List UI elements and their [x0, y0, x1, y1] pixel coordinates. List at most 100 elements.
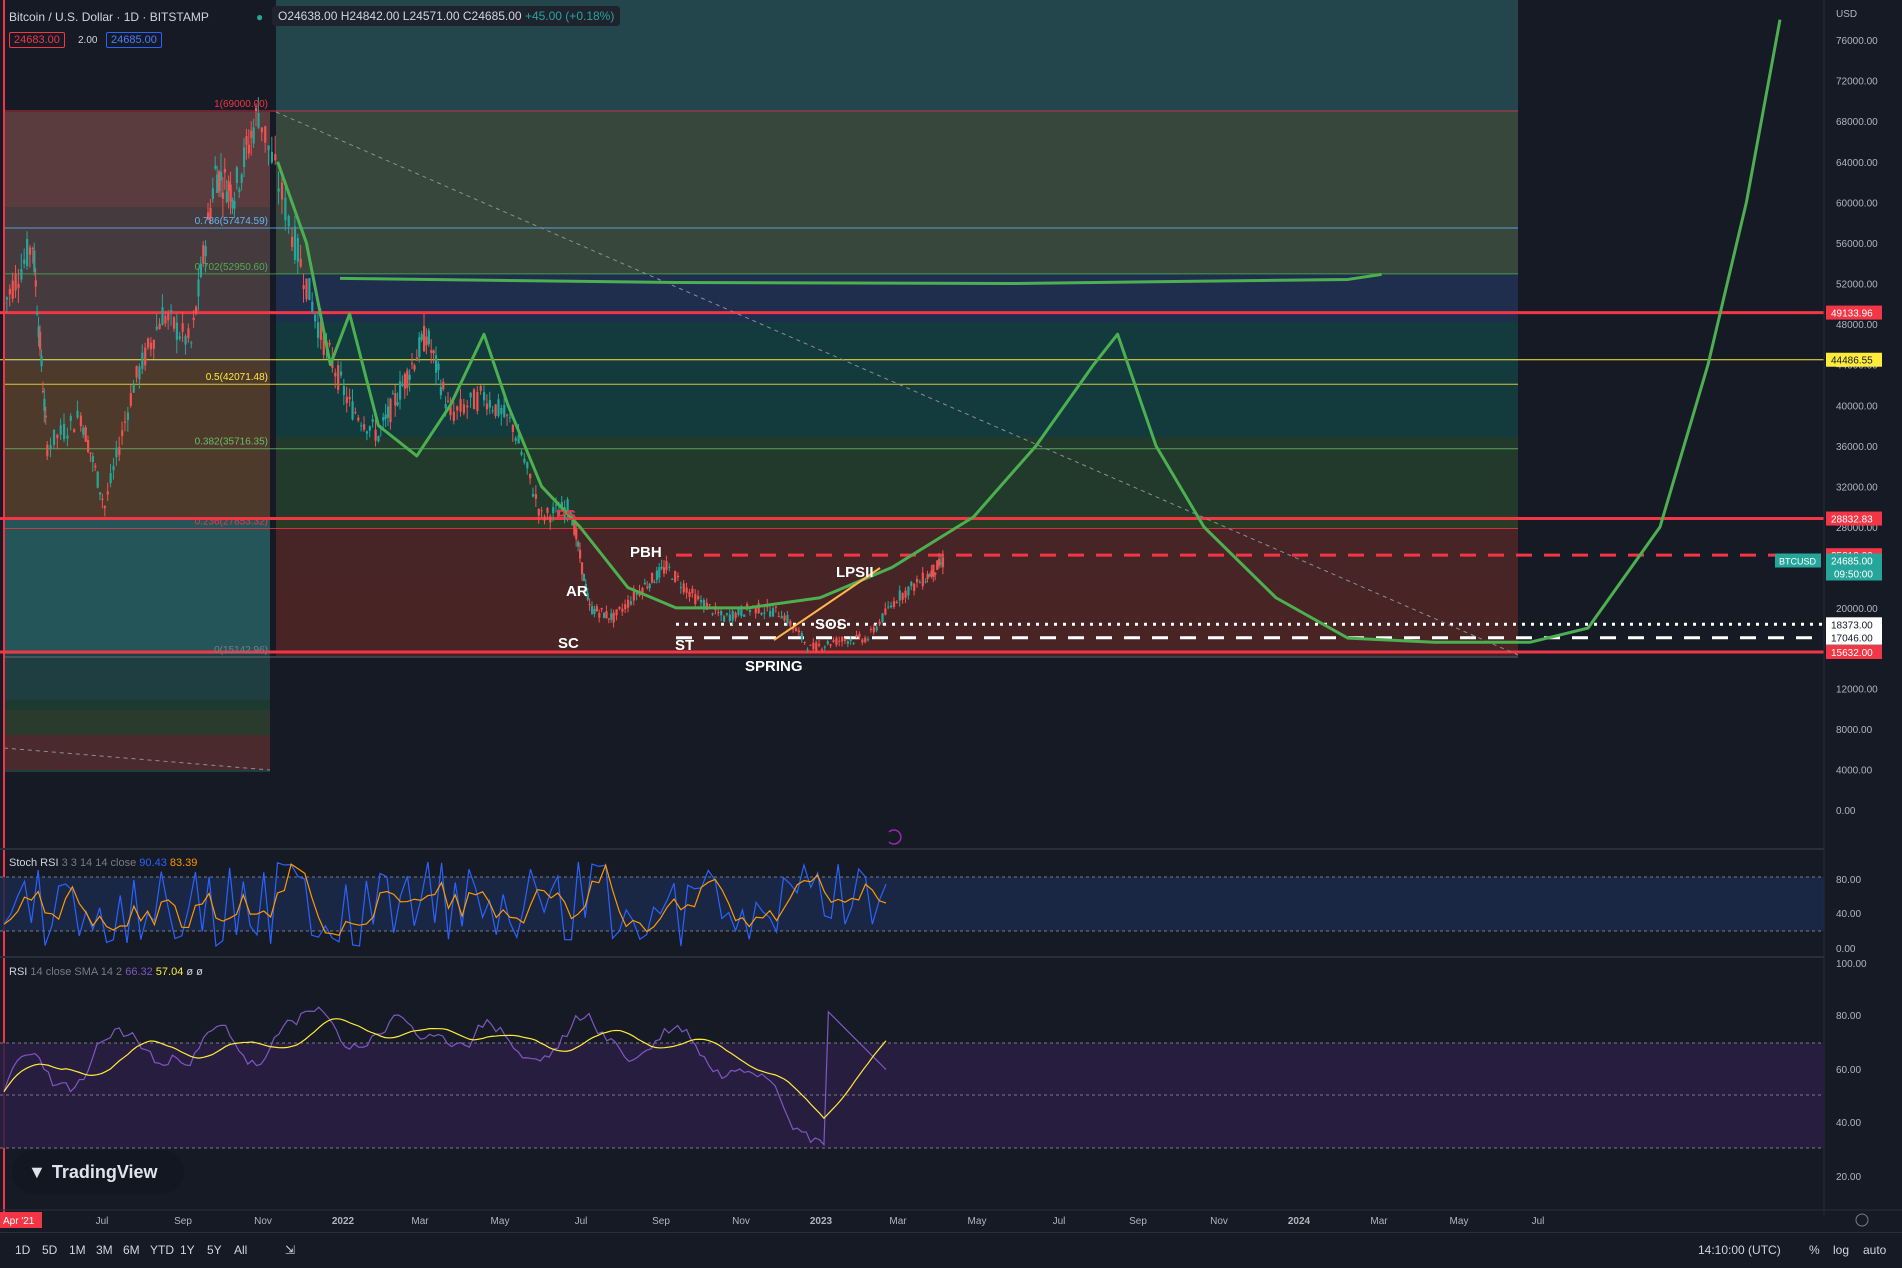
- candle-body: [676, 575, 680, 578]
- date-range-icon[interactable]: ⇲: [285, 1243, 295, 1257]
- candle-body: [14, 273, 17, 291]
- candle-body: [413, 365, 416, 370]
- candle-body: [250, 130, 253, 139]
- timeframe-3m[interactable]: 3M: [96, 1243, 113, 1257]
- candle-body: [365, 431, 369, 434]
- candle-body: [838, 640, 841, 642]
- price-tick: 68000.00: [1836, 117, 1878, 128]
- candle-body: [267, 145, 270, 150]
- candle-body: [99, 492, 102, 495]
- candle-body: [646, 586, 649, 588]
- candle-body: [643, 582, 646, 585]
- fib-label: 0.702(52950.60): [195, 262, 268, 273]
- log-toggle[interactable]: log: [1833, 1243, 1849, 1257]
- candle-body: [167, 313, 170, 321]
- candle-body: [46, 444, 49, 457]
- candle-body: [73, 429, 76, 433]
- candle-body: [577, 541, 580, 547]
- candle-body: [432, 350, 435, 354]
- candle-body: [444, 404, 447, 409]
- stoch-rsi-legend[interactable]: Stoch RSI 3 3 14 14 close 90.43 83.39: [9, 857, 197, 869]
- candle-body: [699, 600, 703, 603]
- currency-label: USD: [1836, 9, 1857, 20]
- candle-body: [612, 612, 615, 623]
- price-tick: 64000.00: [1836, 158, 1878, 169]
- candle-body: [674, 571, 677, 582]
- timeframe-all[interactable]: All: [234, 1243, 247, 1257]
- candle-body: [941, 557, 945, 568]
- candle-body: [101, 498, 104, 500]
- candle-body: [936, 560, 939, 570]
- candle-body: [479, 385, 482, 391]
- timeframe-1d[interactable]: 1D: [15, 1243, 30, 1257]
- candle-body: [52, 429, 56, 445]
- candle-body: [476, 391, 479, 411]
- time-tick: 2023: [810, 1216, 833, 1227]
- candle-body: [697, 595, 700, 600]
- buy-price[interactable]: 24685.00: [106, 32, 162, 48]
- candle-body: [878, 621, 881, 625]
- candle-body: [723, 616, 726, 622]
- candle-body: [149, 342, 153, 350]
- candle-body: [508, 417, 512, 419]
- candle-body: [274, 154, 277, 161]
- candle-body: [337, 365, 340, 390]
- candle-body: [170, 309, 173, 312]
- price-tick: 20000.00: [1836, 604, 1878, 615]
- stoch-tick: 0.00: [1836, 944, 1856, 955]
- sell-price[interactable]: 24683.00: [9, 32, 65, 48]
- candle-body: [895, 602, 898, 604]
- candle-body: [552, 507, 555, 514]
- clock-display[interactable]: 14:10:00 (UTC): [1698, 1243, 1781, 1257]
- price-tick: 40000.00: [1836, 401, 1878, 412]
- candle-body: [144, 347, 147, 366]
- candle-body: [229, 184, 232, 202]
- candle-body: [218, 171, 221, 192]
- candle-body: [913, 583, 916, 591]
- fib-label: 0.236(27853.32): [195, 516, 268, 527]
- candle-body: [351, 401, 354, 420]
- time-tick: Apr '21: [3, 1216, 35, 1227]
- price-tick: 4000.00: [1836, 766, 1873, 777]
- rsi-legend[interactable]: RSI 14 close SMA 14 2 66.32 57.04 ø ø: [9, 966, 203, 978]
- fib-label: 0.786(57474.59): [195, 216, 268, 227]
- timeframe-5y[interactable]: 5Y: [207, 1243, 222, 1257]
- candle-body: [846, 641, 850, 644]
- candle-body: [384, 414, 387, 419]
- tradingview-logo[interactable]: ▼ TradingView: [12, 1150, 184, 1194]
- timeframe-1y[interactable]: 1Y: [180, 1243, 195, 1257]
- candle-body: [138, 366, 141, 380]
- price-tag-label: 24685.00: [1831, 557, 1873, 568]
- percent-toggle[interactable]: %: [1809, 1243, 1820, 1257]
- candle-body: [374, 429, 377, 441]
- timeframe-ytd[interactable]: YTD: [150, 1243, 174, 1257]
- candle-body: [555, 504, 558, 506]
- candle-body: [314, 314, 317, 322]
- candle-body: [858, 633, 861, 638]
- candle-body: [809, 644, 812, 646]
- rsi-tick: 40.00: [1836, 1118, 1861, 1129]
- timeframe-6m[interactable]: 6M: [123, 1243, 140, 1257]
- candle-body: [855, 634, 858, 637]
- candle-body: [928, 574, 931, 577]
- fib-label: 0.382(35716.35): [195, 437, 268, 448]
- candle-body: [688, 591, 691, 597]
- symbol-title[interactable]: Bitcoin / U.S. Dollar · 1D · BITSTAMP: [9, 10, 209, 24]
- fib-label: 1(69000.00): [214, 99, 268, 110]
- candle-body: [28, 247, 32, 255]
- timeframe-5d[interactable]: 5D: [42, 1243, 57, 1257]
- price-tag-label: 18373.00: [1831, 620, 1873, 631]
- candle-body: [452, 411, 455, 421]
- chart-canvas[interactable]: PS PBH AR SC ST SPRING SOS LPSII 1(69000.00) 0.7…: [0, 0, 1902, 1232]
- candle-body: [549, 516, 552, 523]
- candle-body: [129, 393, 132, 406]
- candle-body: [760, 612, 763, 615]
- price-tag-label: 17046.00: [1831, 634, 1873, 645]
- timeframe-1m[interactable]: 1M: [69, 1243, 86, 1257]
- candle-body: [887, 606, 890, 608]
- candle-body: [731, 611, 734, 621]
- auto-toggle[interactable]: auto: [1863, 1243, 1886, 1257]
- candle-body: [247, 144, 250, 154]
- candle-body: [624, 604, 627, 610]
- candle-body: [348, 397, 351, 400]
